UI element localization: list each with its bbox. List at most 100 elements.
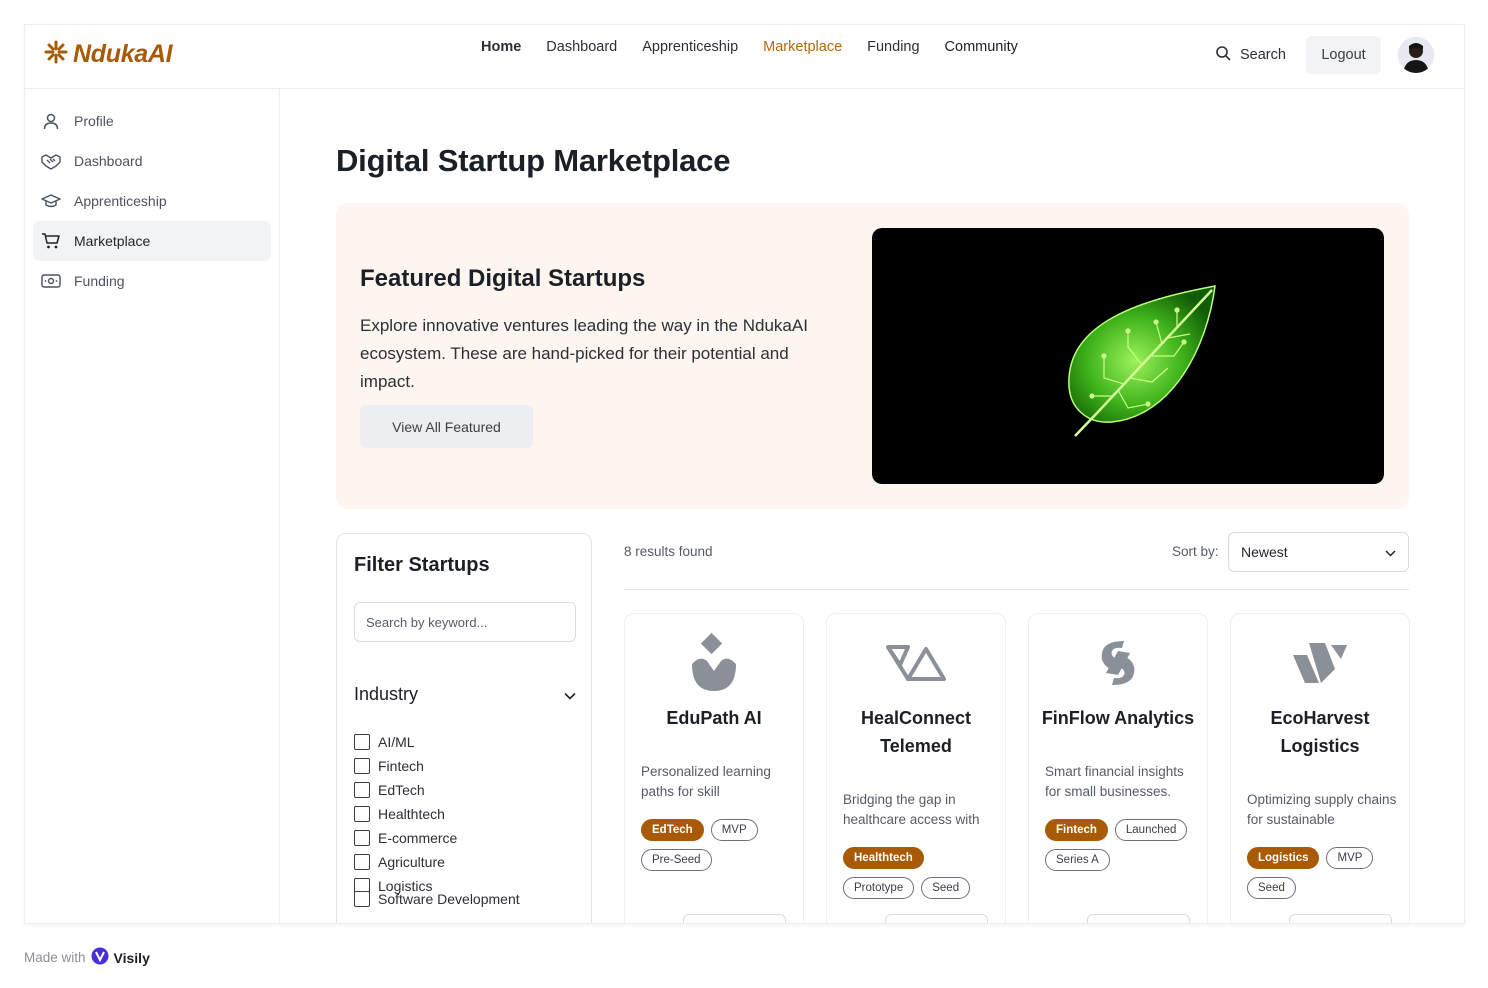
- sidebar-item-label: Profile: [74, 113, 114, 129]
- page-title: Digital Startup Marketplace: [336, 143, 731, 178]
- view-all-featured-button[interactable]: View All Featured: [360, 405, 533, 448]
- industry-tag[interactable]: Logistics: [1247, 847, 1320, 869]
- sidebar-item-label: Marketplace: [74, 233, 151, 249]
- cart-icon: [41, 231, 61, 251]
- industry-option-agriculture[interactable]: Agriculture: [354, 854, 445, 870]
- sidebar-item-profile[interactable]: Profile: [33, 101, 271, 141]
- brand-logo[interactable]: NdukaAI: [43, 39, 173, 70]
- startup-description: Optimizing supply chains for sustainable: [1247, 792, 1397, 827]
- startup-name: EduPath AI: [666, 708, 762, 728]
- nav-funding[interactable]: Funding: [867, 39, 919, 55]
- visily-name: Visily: [113, 949, 150, 966]
- stage-tag[interactable]: Prototype: [843, 877, 915, 899]
- app-window: NdukaAI Home Dashboard Apprenticeship Ma…: [24, 24, 1465, 924]
- divider: [624, 589, 1409, 590]
- startup-name: FinFlow Analytics: [1041, 708, 1195, 728]
- industry-option-healthtech[interactable]: Healthtech: [354, 806, 445, 822]
- top-header: NdukaAI Home Dashboard Apprenticeship Ma…: [25, 25, 1464, 89]
- industry-tag[interactable]: Fintech: [1045, 819, 1108, 841]
- tag-list: Logistics MVP Seed: [1247, 847, 1402, 899]
- checkbox[interactable]: [354, 830, 370, 846]
- startup-description: Personalized learning paths for skill: [641, 764, 771, 799]
- chevron-down-icon: [564, 684, 576, 705]
- nav-community[interactable]: Community: [945, 39, 1018, 55]
- featured-banner: Featured Digital Startups Explore innova…: [336, 203, 1409, 509]
- s-logo-icon: [1029, 632, 1207, 694]
- checkbox[interactable]: [354, 806, 370, 822]
- option-label: Agriculture: [378, 854, 445, 870]
- circuit-leaf-image: [872, 228, 1384, 484]
- industry-label: Industry: [354, 684, 419, 704]
- nav-marketplace[interactable]: Marketplace: [763, 39, 842, 55]
- startup-card[interactable]: HealConnect Telemed Bridging the gap in …: [826, 613, 1006, 923]
- sidebar-item-label: Apprenticeship: [74, 193, 167, 209]
- funding-tag[interactable]: Seed: [921, 877, 971, 899]
- filter-panel: Filter Startups Industry AI/ML Fintech E…: [336, 533, 592, 923]
- option-label: Healthtech: [378, 806, 445, 822]
- search-button[interactable]: Search: [1215, 45, 1286, 65]
- industry-option-aiml[interactable]: AI/ML: [354, 734, 415, 750]
- industry-option-software-development[interactable]: Software Development: [354, 891, 520, 907]
- option-label: AI/ML: [378, 734, 415, 750]
- sidebar-item-funding[interactable]: Funding: [33, 261, 271, 301]
- view-details-button[interactable]: [885, 914, 988, 923]
- logout-button[interactable]: Logout: [1306, 36, 1381, 74]
- startup-description: Smart financial insights for small busin…: [1045, 764, 1184, 799]
- tag-list: EdTech MVP Pre-Seed: [641, 819, 796, 871]
- sidebar-item-dashboard[interactable]: Dashboard: [33, 141, 271, 181]
- sort-label: Sort by:: [1172, 544, 1219, 559]
- w-logo-icon: [1231, 632, 1409, 694]
- startup-description: Bridging the gap in healthcare access wi…: [843, 792, 980, 827]
- nav-home[interactable]: Home: [481, 39, 521, 55]
- funding-tag[interactable]: Series A: [1045, 849, 1110, 871]
- funding-tag[interactable]: Pre-Seed: [641, 849, 712, 871]
- industry-option-ecommerce[interactable]: E-commerce: [354, 830, 457, 846]
- sparkle-icon: [43, 39, 69, 70]
- industry-tag[interactable]: Healthtech: [843, 847, 924, 869]
- tag-list: Healthtech Prototype Seed: [843, 847, 998, 899]
- graduation-cap-icon: [41, 191, 61, 211]
- view-details-button[interactable]: [1087, 914, 1190, 923]
- sidebar-item-apprenticeship[interactable]: Apprenticeship: [33, 181, 271, 221]
- industry-tag[interactable]: EdTech: [641, 819, 704, 841]
- nav-dashboard[interactable]: Dashboard: [546, 39, 617, 55]
- checkbox[interactable]: [354, 782, 370, 798]
- industry-accordion[interactable]: Industry: [354, 684, 576, 705]
- startup-card[interactable]: EcoHarvest Logistics Optimizing supply c…: [1230, 613, 1410, 923]
- option-label: Fintech: [378, 758, 424, 774]
- checkbox[interactable]: [354, 891, 370, 907]
- main-nav: Home Dashboard Apprenticeship Marketplac…: [481, 39, 1018, 55]
- checkbox[interactable]: [354, 854, 370, 870]
- funding-tag[interactable]: Seed: [1247, 877, 1296, 899]
- startup-card[interactable]: EduPath AI Personalized learning paths f…: [624, 613, 804, 923]
- stage-tag[interactable]: MVP: [710, 819, 758, 841]
- industry-option-fintech[interactable]: Fintech: [354, 758, 424, 774]
- industry-option-edtech[interactable]: EdTech: [354, 782, 425, 798]
- sidebar-item-marketplace[interactable]: Marketplace: [33, 221, 271, 261]
- stage-tag[interactable]: Launched: [1114, 819, 1188, 841]
- sort-value: Newest: [1241, 544, 1288, 560]
- nav-apprenticeship[interactable]: Apprenticeship: [642, 39, 738, 55]
- sort-select[interactable]: Newest: [1228, 532, 1409, 572]
- stage-tag[interactable]: MVP: [1326, 847, 1374, 869]
- brand-name: NdukaAI: [73, 40, 173, 68]
- made-with-badge[interactable]: Made with Visily: [24, 947, 150, 968]
- startup-name: HealConnect Telemed: [860, 708, 972, 756]
- option-label: E-commerce: [378, 830, 458, 846]
- chevron-down-icon: [1385, 544, 1396, 560]
- startup-name: EcoHarvest Logistics: [1270, 708, 1370, 756]
- keyword-search-input[interactable]: [354, 602, 576, 642]
- avatar[interactable]: [1398, 37, 1434, 73]
- view-details-button[interactable]: [1289, 914, 1392, 923]
- checkbox[interactable]: [354, 734, 370, 750]
- search-icon: [1215, 45, 1231, 65]
- sidebar: Profile Dashboard Apprenticeship Marketp…: [25, 89, 280, 923]
- handshake-icon: [41, 151, 61, 171]
- user-icon: [41, 111, 61, 131]
- visily-logo-icon: [90, 947, 110, 968]
- checkbox[interactable]: [354, 758, 370, 774]
- featured-description: Explore innovative ventures leading the …: [360, 316, 808, 391]
- tag-list: Fintech Launched Series A: [1045, 819, 1200, 871]
- view-details-button[interactable]: [683, 914, 786, 923]
- startup-card[interactable]: FinFlow Analytics Smart financial insigh…: [1028, 613, 1208, 923]
